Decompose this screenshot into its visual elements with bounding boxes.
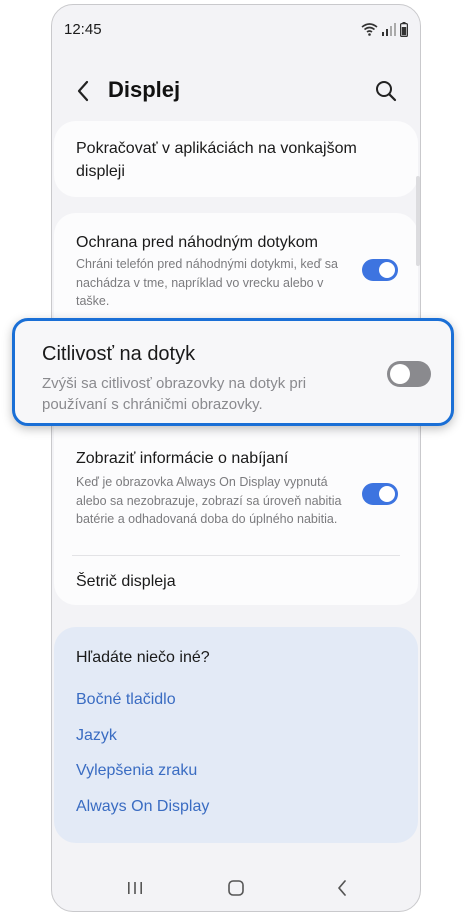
charging-description: Keď je obrazovka Always On Display vypnu…: [76, 475, 342, 526]
battery-icon: [400, 21, 408, 37]
touch-sensitivity-toggle[interactable]: [387, 361, 431, 387]
protection-toggle[interactable]: [362, 259, 398, 281]
nav-back-icon: [338, 880, 346, 896]
nav-back-button[interactable]: [327, 873, 357, 903]
back-button[interactable]: [70, 77, 96, 105]
row-divider: [72, 555, 400, 556]
page-title: Displej: [108, 77, 181, 102]
protection-description: Chráni telefón pred náhodnými dotykmi, k…: [76, 257, 338, 308]
suggestion-link[interactable]: Bočné tlačidlo: [76, 691, 176, 709]
phone-side-button: [416, 176, 420, 266]
charging-row[interactable]: Zobraziť informácie o nabíjaní Keď je ob…: [54, 439, 418, 549]
toggle-knob: [379, 486, 395, 502]
recents-button[interactable]: [120, 873, 150, 903]
touch-sensitivity-description: Zvýši sa citlivosť obrazovky na dotyk pr…: [42, 375, 307, 413]
status-bar: 12:45: [64, 17, 408, 41]
touch-sensitivity-row[interactable]: Citlivosť na dotyk Zvýši sa citlivosť ob…: [12, 318, 454, 426]
app-header: Displej: [52, 69, 420, 113]
wifi-icon: [361, 23, 378, 36]
toggle-knob: [390, 364, 410, 384]
touch-sensitivity-title: Citlivosť na dotyk: [42, 343, 196, 365]
chevron-left-icon: [77, 80, 89, 102]
protection-row[interactable]: Ochrana pred náhodným dotykom Chráni tel…: [54, 213, 418, 313]
signal-icon: [382, 23, 396, 36]
external-display-title: Pokračovať v aplikáciách na vonkajšom di…: [76, 140, 357, 180]
phone-frame: 12:45 Displej Pokračovať v aplikáciách n…: [51, 4, 421, 912]
suggestion-link[interactable]: Jazyk: [76, 727, 117, 745]
status-icons: [361, 21, 408, 37]
suggestions-title: Hľadáte niečo iné?: [76, 649, 210, 666]
recents-icon: [128, 882, 142, 894]
charging-toggle[interactable]: [362, 483, 398, 505]
screensaver-row[interactable]: Šetrič displeja: [54, 557, 418, 603]
search-icon: [376, 81, 397, 102]
charging-title: Zobraziť informácie o nabíjaní: [76, 450, 289, 467]
screensaver-title: Šetrič displeja: [76, 573, 176, 590]
navigation-bar: [52, 873, 420, 903]
suggestion-link[interactable]: Always On Display: [76, 798, 209, 816]
external-display-card[interactable]: Pokračovať v aplikáciách na vonkajšom di…: [54, 121, 418, 197]
protection-title: Ochrana pred náhodným dotykom: [76, 234, 318, 251]
search-button[interactable]: [372, 77, 400, 105]
home-icon: [228, 880, 244, 896]
suggestion-link[interactable]: Vylepšenia zraku: [76, 762, 197, 780]
status-time: 12:45: [64, 20, 102, 38]
toggle-knob: [379, 262, 395, 278]
suggestions-card: Hľadáte niečo iné? Bočné tlačidlo Jazyk …: [54, 627, 418, 843]
home-button[interactable]: [221, 873, 251, 903]
